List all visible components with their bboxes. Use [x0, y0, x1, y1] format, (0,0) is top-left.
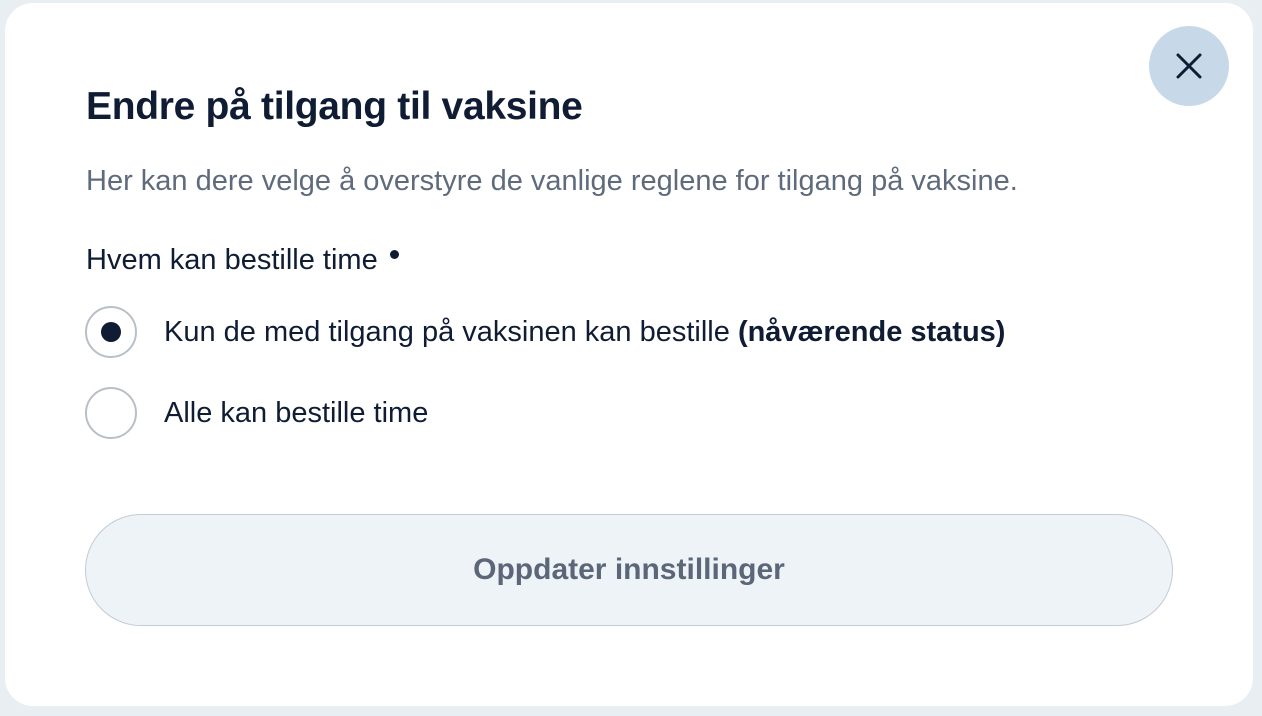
- required-indicator: [389, 250, 399, 259]
- radio-label-restricted: Kun de med tilgang på vaksinen kan besti…: [164, 316, 1005, 349]
- dialog-description: Her kan dere velge å overstyre de vanlig…: [86, 165, 1018, 197]
- update-settings-button[interactable]: Oppdater innstillinger: [85, 514, 1173, 626]
- field-label: Hvem kan bestille time: [86, 244, 378, 276]
- radio-option-everyone[interactable]: Alle kan bestille time: [85, 387, 428, 439]
- radio-button-restricted[interactable]: [85, 306, 137, 358]
- current-status-label: (nåværende status): [737, 315, 1006, 348]
- radio-option-restricted[interactable]: Kun de med tilgang på vaksinen kan besti…: [85, 306, 1005, 358]
- radio-selected-indicator: [101, 322, 121, 342]
- radio-label-everyone: Alle kan bestille time: [164, 396, 429, 429]
- close-button[interactable]: [1149, 26, 1229, 106]
- field-label-wrapper: Hvem kan bestille time: [86, 244, 399, 277]
- radio-button-everyone[interactable]: [85, 387, 137, 439]
- close-icon: [1176, 53, 1202, 79]
- vaccine-access-dialog: Endre på tilgang til vaksine Her kan der…: [5, 3, 1253, 706]
- dialog-title: Endre på tilgang til vaksine: [86, 85, 583, 128]
- radio-label-restricted-text: Kun de med tilgang på vaksinen kan besti…: [164, 315, 730, 348]
